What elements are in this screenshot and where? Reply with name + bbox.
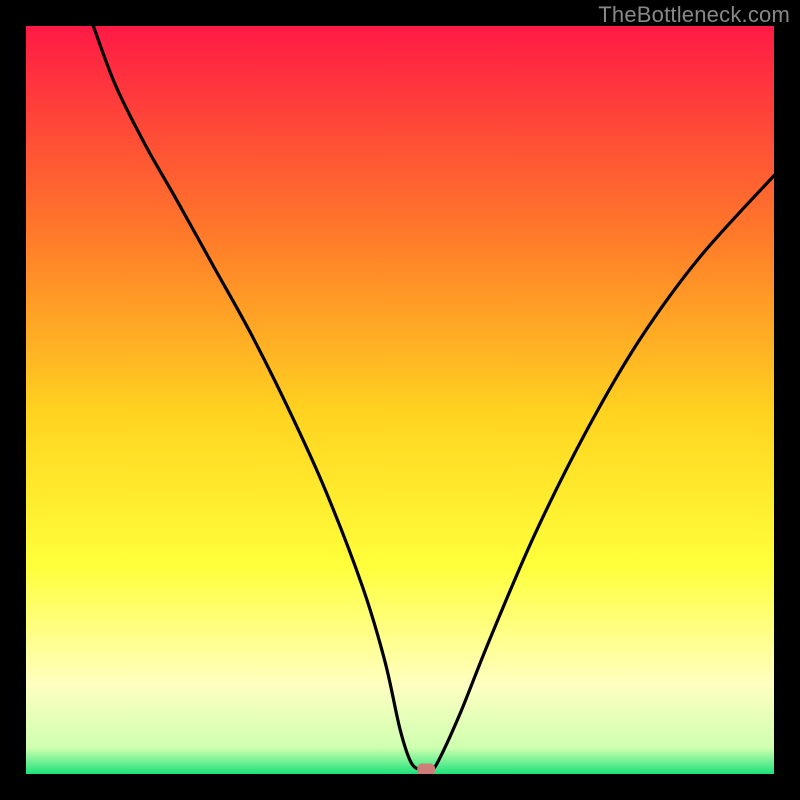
plot-area (26, 26, 774, 774)
watermark-label: TheBottleneck.com (598, 2, 790, 28)
plot-background (26, 26, 774, 774)
chart-frame: TheBottleneck.com (0, 0, 800, 800)
minimum-marker (417, 764, 435, 774)
chart-svg (26, 26, 774, 774)
